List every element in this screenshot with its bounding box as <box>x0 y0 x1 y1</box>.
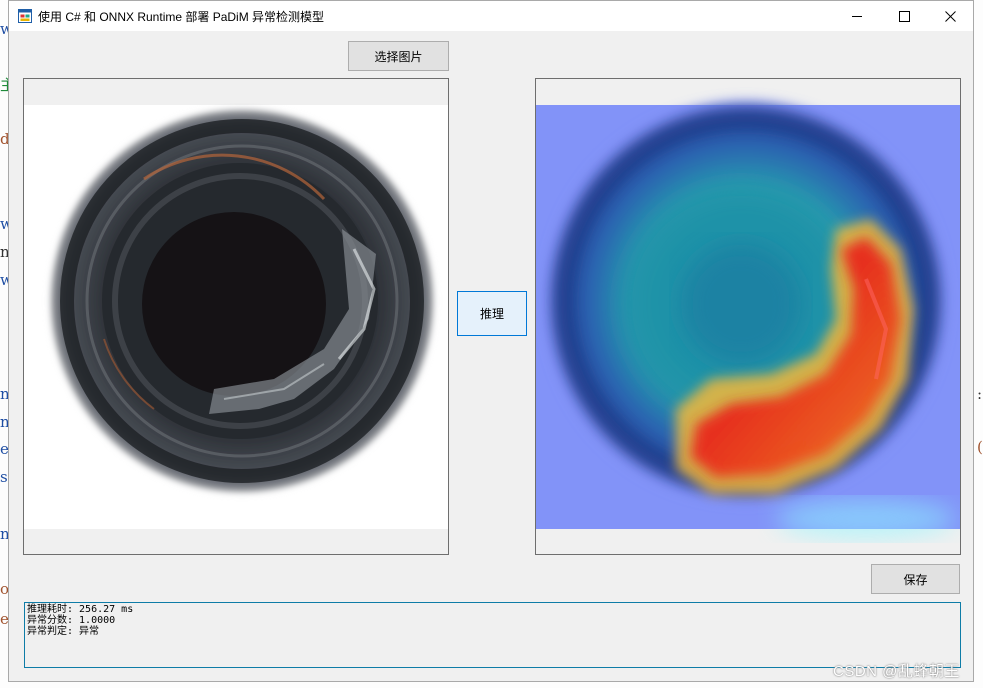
input-picturebox <box>23 78 449 555</box>
close-button[interactable] <box>927 1 973 31</box>
input-image <box>24 105 448 529</box>
minimize-icon <box>851 15 862 17</box>
window-title: 使用 C# 和 ONNX Runtime 部署 PaDiM 异常检测模型 <box>38 10 325 24</box>
title-bar[interactable]: 使用 C# 和 ONNX Runtime 部署 PaDiM 异常检测模型 <box>9 1 973 31</box>
bg-fragment: ( <box>977 438 983 456</box>
result-log-textbox[interactable]: 推理耗时: 256.27 ms 异常分数: 1.0000 异常判定: 异常 <box>24 602 961 668</box>
maximize-icon <box>898 10 910 22</box>
log-line-anomaly-verdict: 异常判定: 异常 <box>27 626 100 637</box>
infer-button[interactable]: 推理 <box>457 291 527 336</box>
csdn-watermark: CSDN @乱蜂朝王 <box>833 663 960 680</box>
log-line-anomaly-score: 异常分数: 1.0000 <box>27 615 116 626</box>
maximize-button[interactable] <box>881 1 927 31</box>
bg-fragment: : <box>977 385 983 403</box>
save-button[interactable]: 保存 <box>871 564 960 594</box>
output-picturebox <box>535 78 961 555</box>
winforms-app-icon <box>18 9 32 23</box>
log-line-inference-time: 推理耗时: 256.27 ms <box>27 604 134 615</box>
output-image <box>536 101 960 539</box>
minimize-button[interactable] <box>834 1 880 31</box>
close-icon <box>944 10 956 22</box>
select-image-button[interactable]: 选择图片 <box>348 41 449 71</box>
app-window: 使用 C# 和 ONNX Runtime 部署 PaDiM 异常检测模型 选择图… <box>8 0 974 682</box>
bg-fragment: s <box>0 468 8 486</box>
